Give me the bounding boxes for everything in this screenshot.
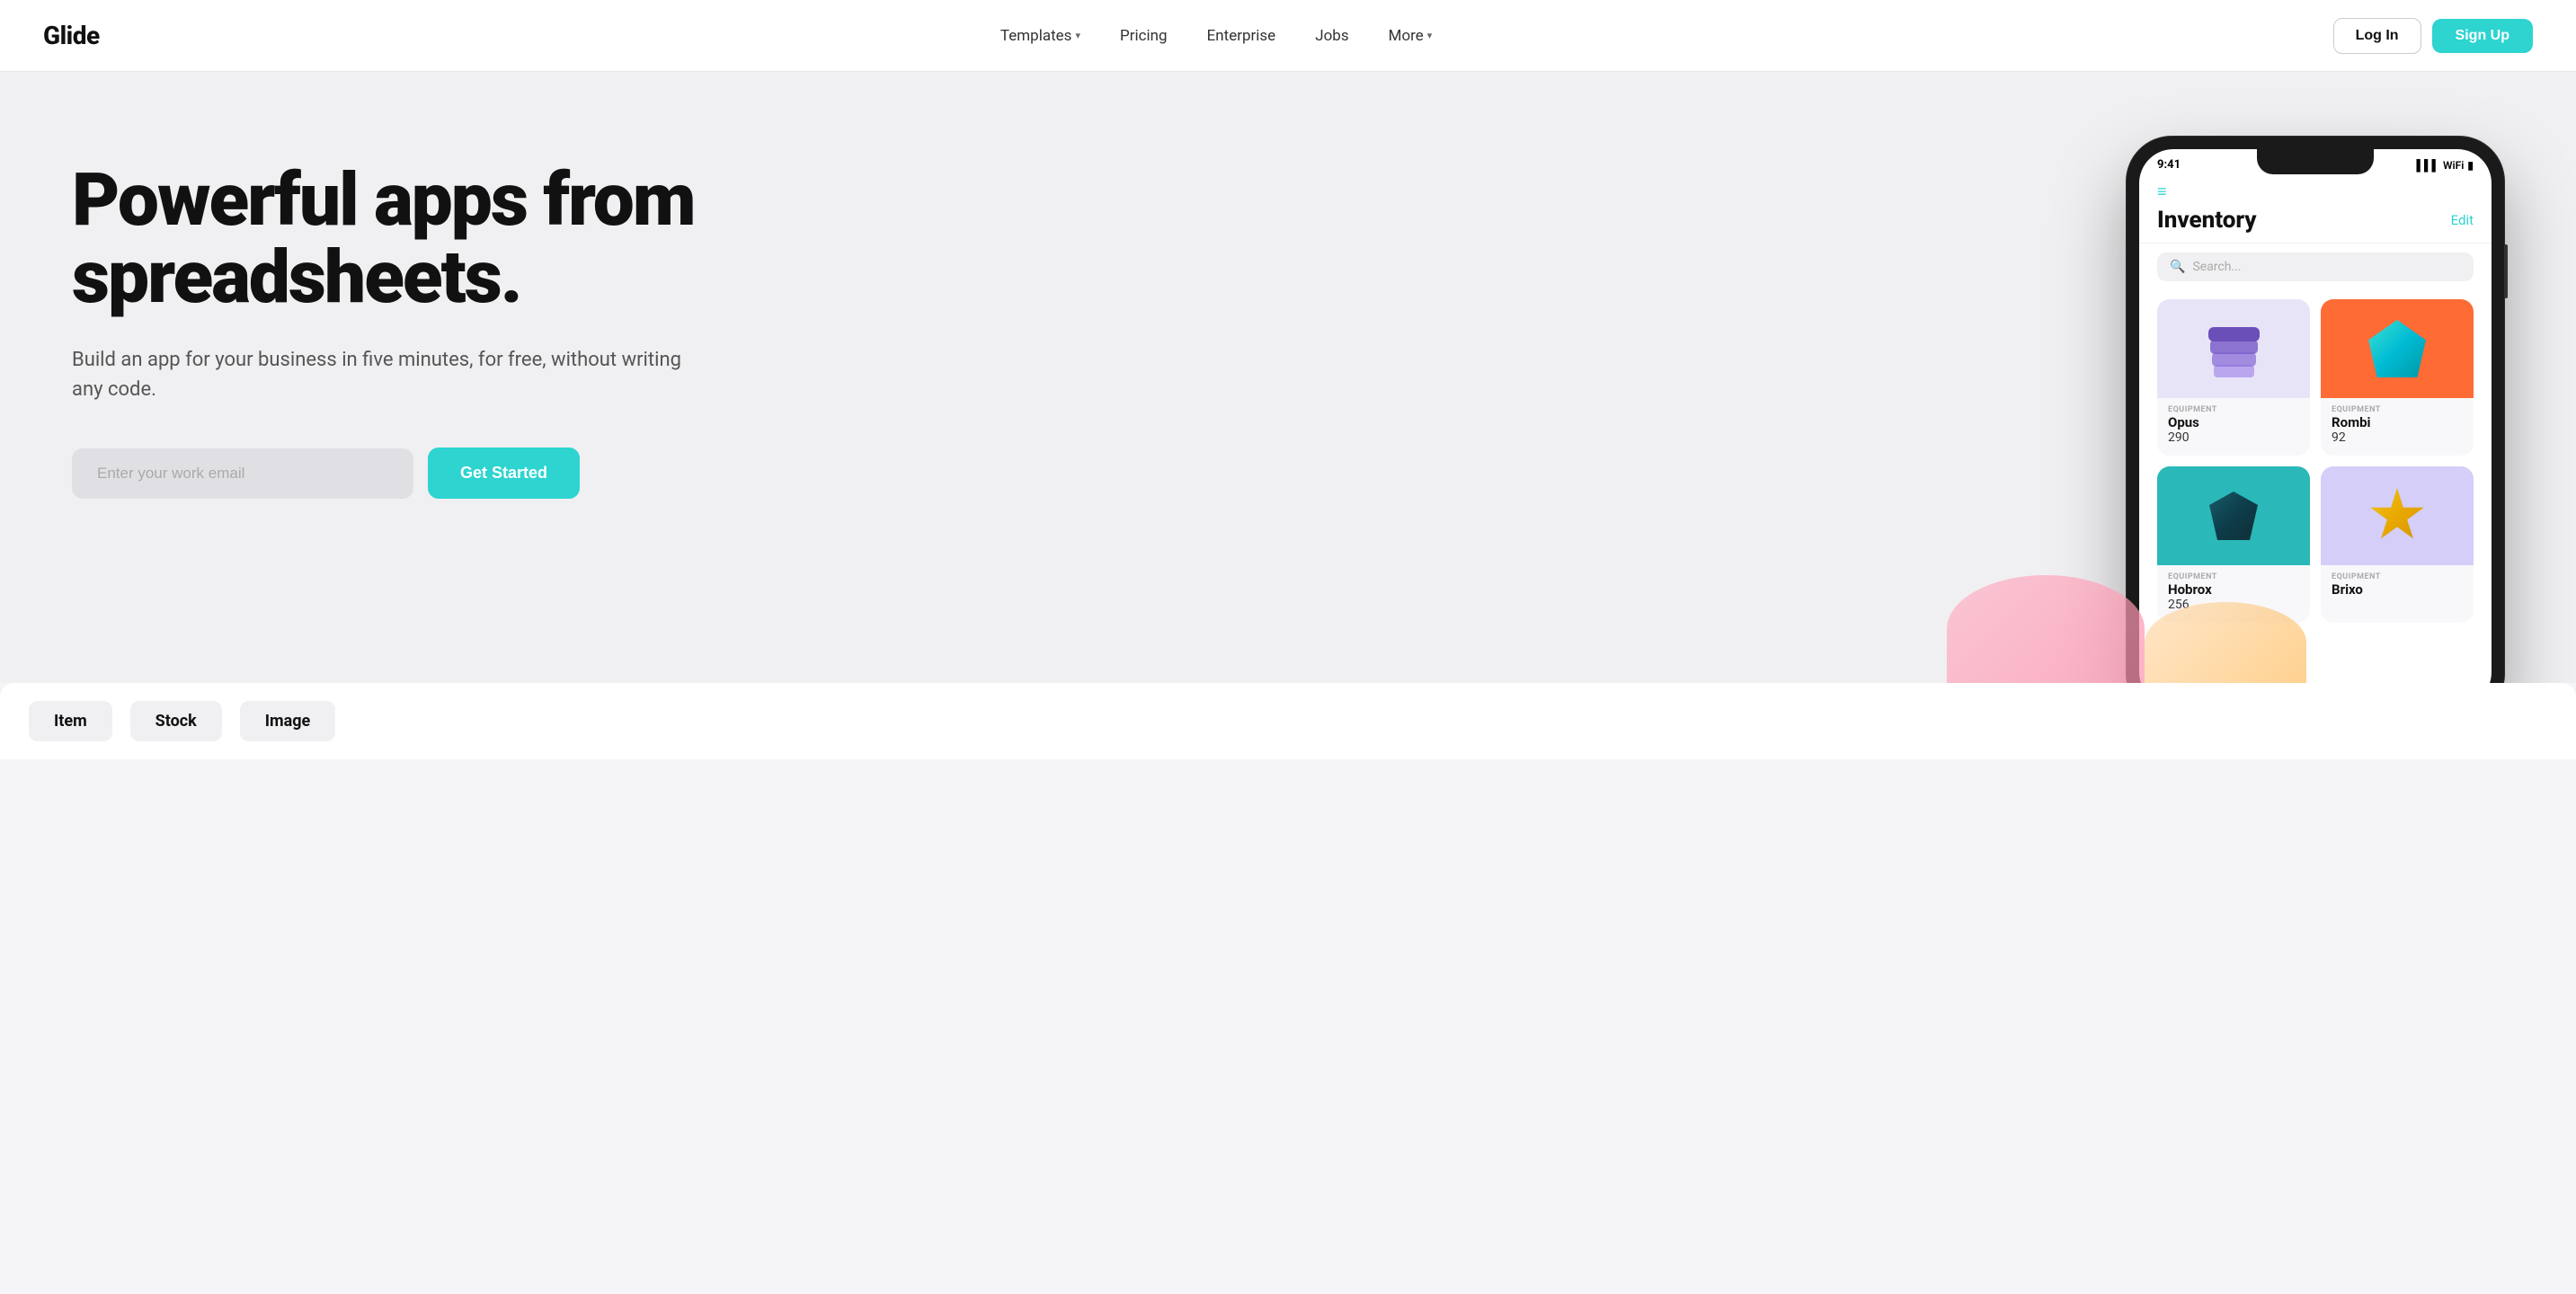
- wifi-icon: WiFi: [2443, 159, 2464, 172]
- phone-search-bar[interactable]: 🔍 Search...: [2157, 253, 2474, 281]
- hero-section: Powerful apps from spreadsheets. Build a…: [0, 72, 2576, 683]
- card-stock-opus: 290: [2168, 430, 2299, 445]
- signup-button[interactable]: Sign Up: [2432, 19, 2533, 53]
- email-input[interactable]: [72, 448, 413, 499]
- hero-title: Powerful apps from spreadsheets.: [72, 162, 701, 316]
- phone-mockup: 9:41 ▌▌▌ WiFi ▮ ≡ Inventory Edit: [2127, 137, 2504, 683]
- nav-label-enterprise: Enterprise: [1207, 27, 1276, 45]
- phone-notch: [2257, 149, 2374, 174]
- nav-item-jobs[interactable]: Jobs: [1299, 20, 1364, 52]
- card-name-opus: Opus: [2168, 414, 2299, 430]
- login-button[interactable]: Log In: [2333, 18, 2421, 54]
- phone-inventory-card-brixo[interactable]: EQUIPMENT Brixo: [2321, 466, 2474, 623]
- get-started-button[interactable]: Get Started: [428, 448, 580, 499]
- nav-label-jobs: Jobs: [1315, 27, 1348, 45]
- card-image-brixo: [2321, 466, 2474, 565]
- card-info-opus: EQUIPMENT Opus 290: [2157, 398, 2310, 456]
- battery-icon: ▮: [2467, 159, 2474, 172]
- card-category-brixo: EQUIPMENT: [2332, 572, 2463, 581]
- star-shape-icon: [2369, 488, 2425, 544]
- phone-edit-button[interactable]: Edit: [2451, 212, 2474, 228]
- hero-subtitle: Build an app for your business in five m…: [72, 345, 701, 404]
- phone-side-button: [2504, 244, 2508, 298]
- card-image-rombi: [2321, 299, 2474, 398]
- nav-actions: Log In Sign Up: [2333, 18, 2533, 54]
- phone-search-placeholder: Search...: [2192, 260, 2241, 274]
- signal-icon: ▌▌▌: [2417, 159, 2440, 172]
- card-stock-rombi: 92: [2332, 430, 2463, 445]
- decorative-blob-pink: [1947, 575, 2145, 683]
- card-name-brixo: Brixo: [2332, 581, 2463, 598]
- card-image-opus: [2157, 299, 2310, 398]
- table-preview-section: Item Stock Image: [0, 683, 2576, 759]
- phone-screen: 9:41 ▌▌▌ WiFi ▮ ≡ Inventory Edit: [2139, 149, 2492, 683]
- navbar: Glide Templates ▾ Pricing Enterprise Job…: [0, 0, 2576, 72]
- phone-app-title: Inventory: [2157, 207, 2257, 234]
- nav-item-templates[interactable]: Templates ▾: [984, 20, 1097, 52]
- nav-item-more[interactable]: More ▾: [1372, 20, 1449, 52]
- table-col-image: Image: [240, 701, 336, 741]
- nav-item-pricing[interactable]: Pricing: [1104, 20, 1184, 52]
- phone-time: 9:41: [2157, 158, 2181, 172]
- phone-inventory-card[interactable]: EQUIPMENT Opus 290: [2157, 299, 2310, 456]
- search-icon: 🔍: [2170, 260, 2185, 274]
- table-col-item: Item: [29, 701, 112, 741]
- nav-label-more: More: [1389, 27, 1424, 45]
- nav-links: Templates ▾ Pricing Enterprise Jobs More…: [984, 20, 1448, 52]
- card-info-rombi: EQUIPMENT Rombi 92: [2321, 398, 2474, 456]
- phone-app-header: ≡ Inventory Edit: [2139, 175, 2492, 244]
- card-image-hobrox: [2157, 466, 2310, 565]
- phone-status-icons: ▌▌▌ WiFi ▮: [2417, 159, 2474, 172]
- card-category-rombi: EQUIPMENT: [2332, 405, 2463, 414]
- card-name-hobrox: Hobrox: [2168, 581, 2299, 598]
- phone-inventory-card-rombi[interactable]: EQUIPMENT Rombi 92: [2321, 299, 2474, 456]
- chevron-down-icon: ▾: [1075, 30, 1080, 41]
- hamburger-icon: ≡: [2157, 182, 2474, 201]
- brand-logo[interactable]: Glide: [43, 21, 100, 50]
- card-category-opus: EQUIPMENT: [2168, 405, 2299, 414]
- dark-gem-shape-icon: [2207, 489, 2261, 543]
- phone-app-title-row: Inventory Edit: [2157, 207, 2474, 234]
- table-col-stock: Stock: [130, 701, 222, 741]
- phone-outer-shell: 9:41 ▌▌▌ WiFi ▮ ≡ Inventory Edit: [2127, 137, 2504, 683]
- card-name-rombi: Rombi: [2332, 414, 2463, 430]
- nav-label-templates: Templates: [1000, 27, 1072, 45]
- nav-item-enterprise[interactable]: Enterprise: [1191, 20, 1292, 52]
- hero-form: Get Started: [72, 448, 701, 499]
- gem-shape-icon: [2368, 320, 2426, 377]
- phone-inventory-card-hobrox[interactable]: EQUIPMENT Hobrox 256: [2157, 466, 2310, 623]
- card-info-brixo: EQUIPMENT Brixo: [2321, 565, 2474, 608]
- card-category-hobrox: EQUIPMENT: [2168, 572, 2299, 581]
- phone-inventory-grid: EQUIPMENT Opus 290 EQUIPMENT Rombi: [2139, 290, 2492, 632]
- hero-content: Powerful apps from spreadsheets. Build a…: [72, 144, 701, 499]
- decorative-blob-peach: [2145, 602, 2306, 683]
- nav-label-pricing: Pricing: [1120, 27, 1168, 45]
- chevron-down-icon-more: ▾: [1427, 30, 1433, 41]
